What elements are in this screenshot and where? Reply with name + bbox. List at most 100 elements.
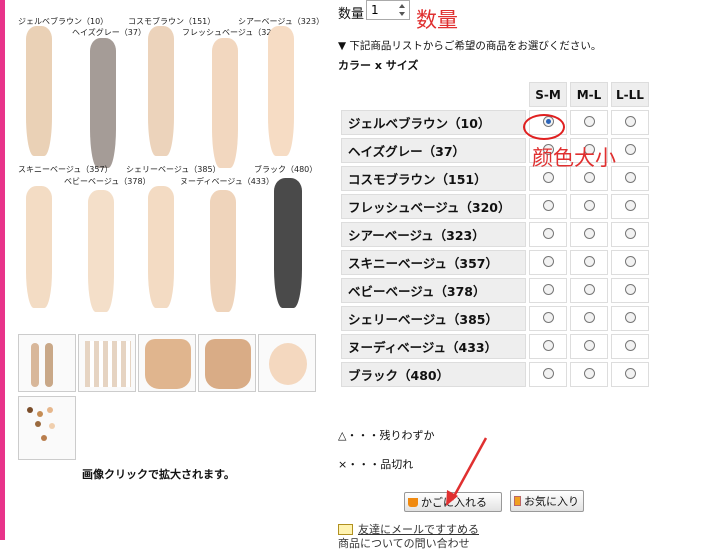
thumbnail-4[interactable] <box>198 334 256 392</box>
color-name: ヌーディベージュ（433） <box>341 334 526 359</box>
basket-icon <box>408 497 418 507</box>
leg-image-8 <box>148 186 174 308</box>
radio-m-l[interactable] <box>583 255 595 267</box>
size-option-cell <box>529 278 567 303</box>
radio-m-l[interactable] <box>583 283 595 295</box>
color-row: ジェルベブラウン（10） <box>341 110 649 135</box>
radio-m-l[interactable] <box>583 339 595 351</box>
quantity-stepper[interactable] <box>396 1 408 19</box>
size-option-cell <box>570 362 608 387</box>
radio-m-l[interactable] <box>583 115 595 127</box>
leg-image-6 <box>26 186 52 308</box>
size-option-cell <box>611 166 649 191</box>
size-option-cell <box>611 222 649 247</box>
add-to-cart-button[interactable]: かごに入れる <box>404 492 502 512</box>
size-option-cell <box>570 278 608 303</box>
thumbnail-1[interactable] <box>18 334 76 392</box>
quantity-label: 数量 <box>338 7 365 22</box>
leg-image-2 <box>90 38 116 168</box>
size-option-cell <box>611 110 649 135</box>
favorites-label: お気に入り <box>524 495 579 508</box>
size-option-cell <box>570 222 608 247</box>
size-option-cell <box>529 250 567 275</box>
size-option-cell <box>570 194 608 219</box>
thumbnail-3[interactable] <box>138 334 196 392</box>
size-header-lll: L-LL <box>611 82 649 107</box>
radio-s-m[interactable] <box>542 311 554 323</box>
radio-m-l[interactable] <box>583 199 595 211</box>
radio-m-l[interactable] <box>583 367 595 379</box>
radio-s-m[interactable] <box>542 199 554 211</box>
gallery-label-10: ブラック（480） <box>254 165 318 174</box>
color-name: コスモブラウン（151） <box>341 166 526 191</box>
table-title: カラー x サイズ <box>338 59 419 72</box>
size-option-cell <box>611 334 649 359</box>
gallery-label-3: コスモブラウン（151） <box>128 17 216 26</box>
size-option-cell <box>529 334 567 359</box>
product-image-main[interactable]: ジェルベブラウン（10） ヘイズグレー（37） コスモブラウン（151） フレッ… <box>18 0 324 320</box>
radio-l-ll[interactable] <box>624 255 636 267</box>
radio-l-ll[interactable] <box>624 199 636 211</box>
legend-sold-out: ×・・・品切れ <box>338 458 414 471</box>
gallery-label-6: スキニーベージュ（357） <box>18 165 113 174</box>
radio-s-m[interactable] <box>542 255 554 267</box>
thumbnail-6[interactable] <box>18 396 76 460</box>
gallery-label-2: ヘイズグレー（37） <box>72 28 146 37</box>
color-row: ブラック（480） <box>341 362 649 387</box>
radio-l-ll[interactable] <box>624 311 636 323</box>
select-instructions: ▼ 下記商品リストからご希望の商品をお選びください。 <box>338 40 602 52</box>
leg-image-4 <box>212 38 238 168</box>
color-name: シアーベージュ（323） <box>341 222 526 247</box>
leg-image-1 <box>26 26 52 156</box>
favorite-icon <box>514 496 521 506</box>
color-row: フレッシュベージュ（320） <box>341 194 649 219</box>
size-option-cell <box>570 110 608 135</box>
left-accent-bar <box>0 0 5 540</box>
leg-image-9 <box>210 190 236 312</box>
radio-l-ll[interactable] <box>624 115 636 127</box>
mail-icon <box>338 523 353 535</box>
selection-highlight-circle <box>523 114 565 140</box>
radio-s-m[interactable] <box>542 339 554 351</box>
radio-s-m[interactable] <box>542 283 554 295</box>
color-name: ヘイズグレー（37） <box>341 138 526 163</box>
radio-l-ll[interactable] <box>624 283 636 295</box>
size-header-sm: S-M <box>529 82 567 107</box>
header-blank <box>341 82 526 107</box>
size-header-ml: M-L <box>570 82 608 107</box>
add-to-cart-label: かごに入れる <box>421 496 487 509</box>
radio-l-ll[interactable] <box>624 367 636 379</box>
thumbnail-5[interactable] <box>258 334 316 392</box>
radio-s-m[interactable] <box>542 367 554 379</box>
radio-s-m[interactable] <box>542 171 554 183</box>
radio-l-ll[interactable] <box>624 171 636 183</box>
radio-l-ll[interactable] <box>624 143 636 155</box>
size-option-cell <box>570 250 608 275</box>
image-zoom-note: 画像クリックで拡大されます。 <box>82 468 235 481</box>
add-to-favorites-button[interactable]: お気に入り <box>510 490 584 512</box>
legend-few-left: △・・・残りわずか <box>338 429 435 442</box>
size-option-cell <box>611 362 649 387</box>
thumbnail-2[interactable] <box>78 334 136 392</box>
color-row: スキニーベージュ（357） <box>341 250 649 275</box>
radio-s-m[interactable] <box>542 227 554 239</box>
size-option-cell <box>611 278 649 303</box>
radio-l-ll[interactable] <box>624 227 636 239</box>
radio-m-l[interactable] <box>583 227 595 239</box>
color-name: ベビーベージュ（378） <box>341 278 526 303</box>
color-row: シアーベージュ（323） <box>341 222 649 247</box>
radio-m-l[interactable] <box>583 311 595 323</box>
leg-image-3 <box>148 26 174 156</box>
inquiry-link[interactable]: 商品についての問い合わせ <box>338 535 470 551</box>
size-option-cell <box>611 138 649 163</box>
size-option-cell <box>529 194 567 219</box>
radio-l-ll[interactable] <box>624 339 636 351</box>
leg-image-10 <box>274 178 302 308</box>
color-name: シェリーベージュ（385） <box>341 306 526 331</box>
size-option-cell <box>611 194 649 219</box>
size-option-cell <box>611 250 649 275</box>
radio-m-l[interactable] <box>583 171 595 183</box>
leg-image-7 <box>88 190 114 312</box>
gallery-label-1: ジェルベブラウン（10） <box>18 17 109 26</box>
size-option-cell <box>529 362 567 387</box>
